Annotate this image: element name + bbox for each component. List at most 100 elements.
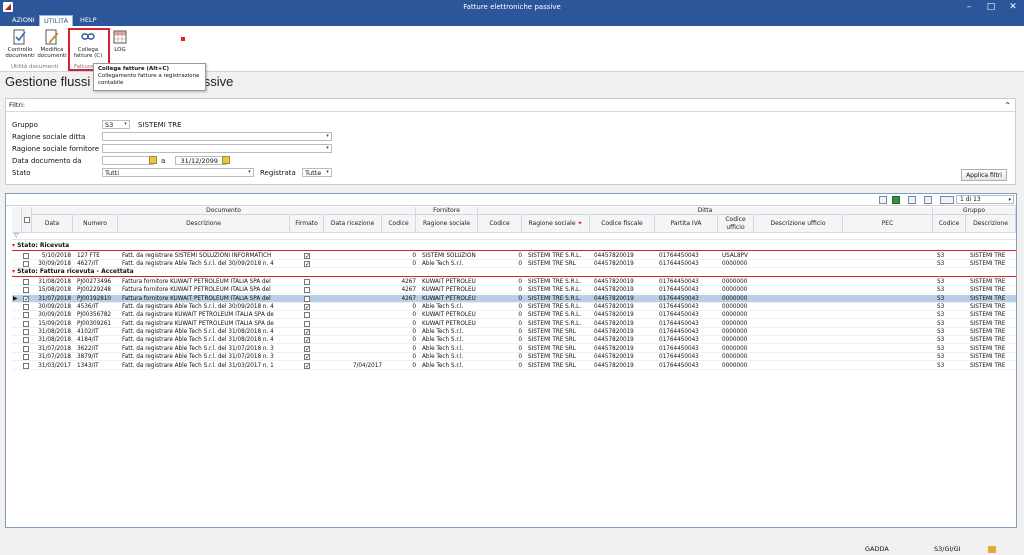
- print-icon[interactable]: [879, 196, 887, 204]
- table-row[interactable]: 5/10/2018 127 FTE Fatt. da registrare SIST…: [12, 252, 1016, 260]
- col-descrizione-ufficio[interactable]: Descrizione ufficio: [754, 215, 843, 233]
- filter-header[interactable]: Filtri: ⌃: [6, 99, 1015, 112]
- col-pec[interactable]: PEC: [843, 215, 933, 233]
- col-ditta-ragione[interactable]: Ragione sociale ✦: [522, 215, 590, 233]
- fornitore-select[interactable]: ▾: [102, 144, 332, 153]
- cell-ricezione: [328, 311, 382, 319]
- row-checkbox[interactable]: [23, 287, 29, 294]
- table-row[interactable]: 31/08/2018 PJ00273496 Fattura fornitore KU…: [12, 278, 1016, 286]
- col-numero[interactable]: Numero: [73, 215, 118, 233]
- cell-codice-fiscale: 04457820019: [594, 337, 634, 344]
- status-company: S3/GI/GI: [934, 545, 961, 553]
- controllo-documenti-button[interactable]: Controllo documenti: [4, 29, 36, 63]
- table-row[interactable]: 30/09/2018 4536/IT Fatt. da registrare Abl…: [12, 303, 1016, 312]
- applica-filtri-button[interactable]: Applica filtri: [961, 169, 1007, 181]
- page-selector[interactable]: 1 di 13 ▾: [956, 195, 1014, 204]
- select-all-checkbox[interactable]: [24, 217, 30, 223]
- chevron-down-icon[interactable]: ▾: [122, 121, 129, 128]
- cell-codice-ufficio: 0000000: [722, 312, 748, 319]
- notification-icon[interactable]: [988, 546, 996, 553]
- chevron-down-icon[interactable]: ▾: [324, 133, 331, 140]
- col-firmato[interactable]: Firmato: [290, 215, 324, 233]
- cell-fornitore-codice: 0: [412, 337, 416, 344]
- row-checkbox[interactable]: [23, 345, 29, 352]
- col-data-ricezione[interactable]: Data ricezione: [324, 215, 382, 233]
- cell-ditta-ragione: SISTEMI TRE S.R.L.: [528, 253, 582, 259]
- row-checkbox[interactable]: [23, 312, 29, 319]
- export-icon[interactable]: [908, 196, 916, 204]
- row-checkbox[interactable]: [23, 320, 29, 327]
- col-fornitore-ragione[interactable]: Ragione sociale: [416, 215, 478, 233]
- tab-azioni[interactable]: AZIONI: [8, 15, 39, 26]
- row-checkbox[interactable]: [23, 354, 29, 361]
- table-row[interactable]: 31/03/2017 1343/IT Fatt. da registrare Abl…: [12, 362, 1016, 370]
- close-icon[interactable]: ✕: [1002, 0, 1024, 14]
- table-row[interactable]: 31/08/2018 4102/IT Fatt. da registrare Abl…: [12, 328, 1016, 337]
- row-checkbox[interactable]: [23, 329, 29, 336]
- calendar-icon[interactable]: [222, 156, 230, 164]
- table-row[interactable]: 15/08/2018 PJ00229248 Fattura fornitore KU…: [12, 286, 1016, 295]
- row-checkbox[interactable]: [23, 362, 29, 369]
- view-options-icon[interactable]: [940, 196, 954, 204]
- cell-fornitore-ragione: Able Tech S.r.l.: [422, 354, 464, 361]
- registrata-select[interactable]: Tutte ▾: [302, 168, 332, 177]
- maximize-icon[interactable]: □: [980, 0, 1002, 14]
- col-fornitore-codice[interactable]: Codice: [382, 215, 416, 233]
- cell-codice-ufficio: 0000000: [722, 295, 748, 302]
- ditta-select[interactable]: ▾: [102, 132, 332, 141]
- row-checkbox[interactable]: [23, 337, 29, 344]
- collapse-icon[interactable]: ▾: [12, 268, 15, 275]
- cell-fornitore-codice: 4267: [401, 279, 416, 285]
- row-checkbox[interactable]: [23, 261, 29, 268]
- data-da-input[interactable]: [102, 156, 154, 165]
- modifica-documenti-button[interactable]: Modifica documenti: [37, 29, 67, 63]
- chevron-down-icon[interactable]: ▾: [324, 169, 331, 176]
- chevron-up-icon[interactable]: ⌃: [1004, 99, 1011, 112]
- col-data[interactable]: Data: [32, 215, 73, 233]
- cell-partita-iva: 01764450043: [659, 329, 699, 336]
- cell-fornitore-ragione: KUWAIT PETROLEU: [422, 320, 476, 327]
- filter-row[interactable]: ▽: [12, 232, 1016, 240]
- collapse-icon[interactable]: ▾: [12, 242, 15, 249]
- col-gruppo-descrizione[interactable]: Descrizione: [966, 215, 1016, 233]
- minimize-icon[interactable]: –: [958, 0, 980, 14]
- sort-icon[interactable]: ✦: [577, 220, 582, 227]
- gruppo-select[interactable]: S3 ▾: [102, 120, 130, 129]
- col-codice-ufficio[interactable]: Codice ufficio: [718, 215, 754, 233]
- data-a-input[interactable]: 31/12/2099: [175, 156, 227, 165]
- cell-gruppo-codice: S3: [937, 279, 945, 285]
- chevron-down-icon[interactable]: ▾: [324, 145, 331, 152]
- select-all-header[interactable]: [22, 207, 32, 233]
- filter-icon[interactable]: ▽: [14, 232, 19, 239]
- table-row[interactable]: 31/08/2018 4184/IT Fatt. da registrare Abl…: [12, 336, 1016, 345]
- row-checkbox[interactable]: [23, 279, 29, 285]
- table-row[interactable]: 31/07/2018 3879/IT Fatt. da registrare Abl…: [12, 353, 1016, 362]
- cell-partita-iva: 01764450043: [659, 354, 699, 361]
- row-checkbox[interactable]: [23, 304, 29, 311]
- group-row-accettata[interactable]: ▾ Stato: Fattura ricevuta - Accettata: [12, 268, 1016, 276]
- table-row[interactable]: 30/09/2018 PJ00356782 Fatt. da registrare …: [12, 311, 1016, 320]
- col-gruppo-codice[interactable]: Codice: [933, 215, 966, 233]
- row-checkbox[interactable]: ✓: [23, 295, 29, 302]
- table-row[interactable]: ▶ ✓ 31/07/2018 PJ00192810 Fattura fornitore …: [12, 294, 1016, 303]
- firmato-checkbox: ✓: [304, 261, 311, 269]
- stato-select[interactable]: Tutti ▾: [102, 168, 254, 177]
- excel-icon[interactable]: [892, 196, 900, 204]
- tab-help[interactable]: HELP: [76, 15, 101, 26]
- columns-icon[interactable]: [924, 196, 932, 204]
- tab-utilita[interactable]: UTILITÀ: [39, 15, 74, 26]
- chevron-down-icon[interactable]: ▾: [1008, 196, 1011, 204]
- calendar-icon[interactable]: [149, 156, 157, 164]
- cell-ditta-codice: 0: [518, 312, 522, 319]
- table-row[interactable]: 15/09/2018 PJ00309261 Fatt. da registrare …: [12, 320, 1016, 328]
- log-button[interactable]: LOG: [109, 29, 131, 63]
- group-row-ricevuta[interactable]: ▾ Stato: Ricevuta: [12, 242, 1016, 250]
- col-ditta-codice[interactable]: Codice: [478, 215, 522, 233]
- chevron-down-icon[interactable]: ▾: [246, 169, 253, 176]
- cell-codice-ufficio: 0000000: [722, 354, 748, 361]
- table-row[interactable]: 31/07/2018 3622/IT Fatt. da registrare Abl…: [12, 345, 1016, 353]
- col-codice-fiscale[interactable]: Codice fiscale: [590, 215, 655, 233]
- col-descrizione[interactable]: Descrizione: [118, 215, 290, 233]
- row-checkbox[interactable]: [23, 253, 29, 259]
- col-partita-iva[interactable]: Partita IVA: [655, 215, 718, 233]
